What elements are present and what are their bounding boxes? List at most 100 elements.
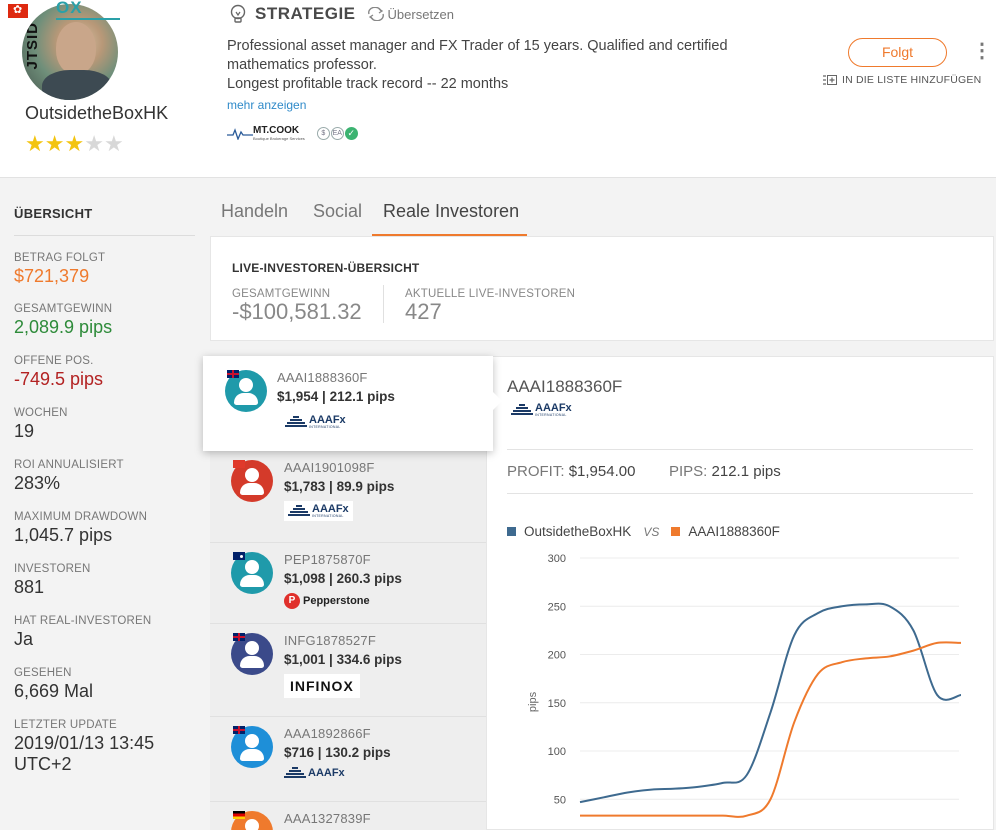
star-filled-icon: ★ xyxy=(25,131,45,156)
broker-name: INFINOX xyxy=(290,678,354,694)
detail-broker-sub: INTERNATIONAL xyxy=(535,413,567,417)
investor-performance: $1,783 | 89.9 pips xyxy=(284,479,395,494)
investor-list-item[interactable]: AAA1327839F xyxy=(210,802,486,830)
tab-trade[interactable]: Handeln xyxy=(221,201,288,222)
performance-chart: 50 100 150 200 250 300 pips xyxy=(527,553,962,818)
strategy-description: Professional asset manager and FX Trader… xyxy=(227,37,787,94)
profit-value: $1,954.00 xyxy=(568,463,636,480)
provider-username[interactable]: OutsidetheBoxHK xyxy=(25,103,168,124)
stat-label: OFFENE POS. xyxy=(14,355,94,367)
pips-label: PIPS: xyxy=(669,463,708,480)
mtcook-logo-tagline: Boutique Brokerage Services xyxy=(253,136,305,141)
broker-name: AAAFx xyxy=(309,414,346,426)
investor-list: AAAI1888360F $1,954 | 212.1 pips AAAFx INTE… xyxy=(203,356,502,830)
stat-value: 6,669 Mal xyxy=(14,681,94,701)
aaafx-broker-logo: AAAFx INTERNATIONAL xyxy=(281,412,350,432)
stat-item: ROI ANNUALISIERT 283% xyxy=(14,459,124,494)
overview-sidebar: ÜBERSICHT BETRAG FOLGT $721,379 GESAMTGEWI… xyxy=(0,179,210,830)
stat-value-extra: UTC+2 xyxy=(14,754,72,774)
more-options-icon[interactable]: ⋮ xyxy=(972,41,992,63)
detail-broker-name: AAAFx xyxy=(535,402,572,414)
country-flag-icon xyxy=(233,811,245,819)
investor-id: AAA1892866F xyxy=(284,726,371,741)
provider-logo-text: OX xyxy=(56,0,120,20)
mtcook-broker-logo[interactable]: MT.COOK Boutique Brokerage Services xyxy=(227,126,305,141)
translate-icon xyxy=(367,7,384,21)
tab-real-investors[interactable]: Reale Investoren xyxy=(383,201,519,222)
country-flag-icon xyxy=(233,552,245,560)
investor-list-item[interactable]: INFG1878527F $1,001 | 334.6 pips INFINOX xyxy=(210,624,486,717)
legend-swatch xyxy=(671,527,681,536)
avatar-head xyxy=(245,734,259,748)
investor-list-item[interactable]: AAA1892866F $716 | 130.2 pips AAAFx xyxy=(210,717,486,802)
stat-label: INVESTOREN xyxy=(14,563,91,575)
avatar-body xyxy=(240,656,264,668)
stat-value: 881 xyxy=(14,577,45,597)
stat-label: BETRAG FOLGT xyxy=(14,252,106,264)
add-to-list-label: IN DIE LISTE HINZUFÜGEN xyxy=(842,74,982,86)
star-empty-icon: ★ xyxy=(84,131,104,156)
stat-label: GESEHEN xyxy=(14,667,72,679)
broker-sub: INTERNATIONAL xyxy=(309,425,341,429)
add-to-list-button[interactable]: IN DIE LISTE HINZUFÜGEN xyxy=(823,74,981,86)
broker-name: AAAFx xyxy=(312,503,349,515)
aaafx-stairs-icon xyxy=(288,505,310,517)
stat-value: -749.5 pips xyxy=(14,369,104,389)
live-investors-value: 427 xyxy=(405,299,442,324)
strategy-header: JTSID OX OutsidetheBoxHK ★★★★★ STRATEGIE… xyxy=(0,0,996,178)
infinox-broker-logo: INFINOX xyxy=(284,674,360,698)
follow-button[interactable]: Folgt xyxy=(848,38,947,67)
y-tick-label: 300 xyxy=(548,553,566,565)
y-tick-label: 50 xyxy=(554,794,566,806)
investor-performance: $1,954 | 212.1 pips xyxy=(277,389,395,404)
stat-item: WOCHEN 19 xyxy=(14,407,68,442)
description-line: Professional asset manager and FX Trader… xyxy=(227,38,728,54)
investor-performance: $1,098 | 260.3 pips xyxy=(284,571,402,586)
translate-button[interactable]: Übersetzen xyxy=(366,7,454,22)
tab-bar: Handeln Social Reale Investoren xyxy=(210,179,996,236)
total-profit-value: -$100,581.32 xyxy=(232,299,362,324)
investor-performance: $1,001 | 334.6 pips xyxy=(284,652,402,667)
profit-label: PROFIT: xyxy=(507,463,565,480)
live-investors-overview: LIVE-INVESTOREN-ÜBERSICHT GESAMTGEWINN -… xyxy=(210,236,994,341)
avatar-head xyxy=(245,560,259,574)
aaafx-broker-logo: AAAFx INTERNATIONAL xyxy=(284,501,353,521)
investor-list-item[interactable]: AAAI1901098F $1,783 | 89.9 pips AAAFx INTER… xyxy=(210,451,486,543)
ea-badge-icon: EA xyxy=(330,127,344,140)
avatar-body xyxy=(234,393,258,405)
detail-broker-logo: AAAFx INTERNATIONAL xyxy=(511,403,572,417)
investor-performance: $716 | 130.2 pips xyxy=(284,745,391,760)
description-line: Longest profitable track record -- 22 mo… xyxy=(227,76,509,92)
stat-label: GESAMTGEWINN xyxy=(14,303,113,315)
legend-swatch xyxy=(507,527,516,536)
tab-social[interactable]: Social xyxy=(313,201,362,222)
country-flag-icon xyxy=(233,726,245,734)
detail-investor-id: AAAI1888360F xyxy=(507,377,623,396)
stat-item: HAT REAL-INVESTOREN Ja xyxy=(14,615,151,650)
overview-divider xyxy=(383,285,384,323)
stat-label: HAT REAL-INVESTOREN xyxy=(14,615,152,627)
y-tick-label: 200 xyxy=(548,650,566,662)
stat-value: Ja xyxy=(14,629,34,649)
broker-name: AAAFx xyxy=(308,767,345,779)
investor-id: AAA1327839F xyxy=(284,811,371,826)
strategy-badges: $ EA ✓ xyxy=(316,127,359,140)
investor-list-item[interactable]: AAAI1888360F $1,954 | 212.1 pips AAAFx INTE… xyxy=(203,356,502,451)
star-empty-icon: ★ xyxy=(103,131,124,156)
detail-divider xyxy=(507,449,973,450)
stat-label: WOCHEN xyxy=(14,407,68,419)
avatar-side-text: JTSID xyxy=(24,22,41,70)
investor-id: INFG1878527F xyxy=(284,633,377,648)
description-line: mathematics professor. xyxy=(227,57,377,73)
y-tick-label: 100 xyxy=(548,746,566,758)
dollar-badge-icon: $ xyxy=(316,127,330,140)
sidebar-divider xyxy=(14,235,195,236)
investor-list-item[interactable]: PEP1875870F $1,098 | 260.3 pips P Peppersto… xyxy=(210,543,486,624)
show-more-link[interactable]: mehr anzeigen xyxy=(227,98,306,112)
investor-id: AAAI1901098F xyxy=(284,460,375,475)
country-flag-icon xyxy=(233,633,245,641)
pepperstone-broker-logo: P Pepperstone xyxy=(284,593,370,609)
broker-name: Pepperstone xyxy=(303,595,370,607)
y-tick-label: 250 xyxy=(548,601,566,613)
add-list-icon xyxy=(823,75,837,85)
